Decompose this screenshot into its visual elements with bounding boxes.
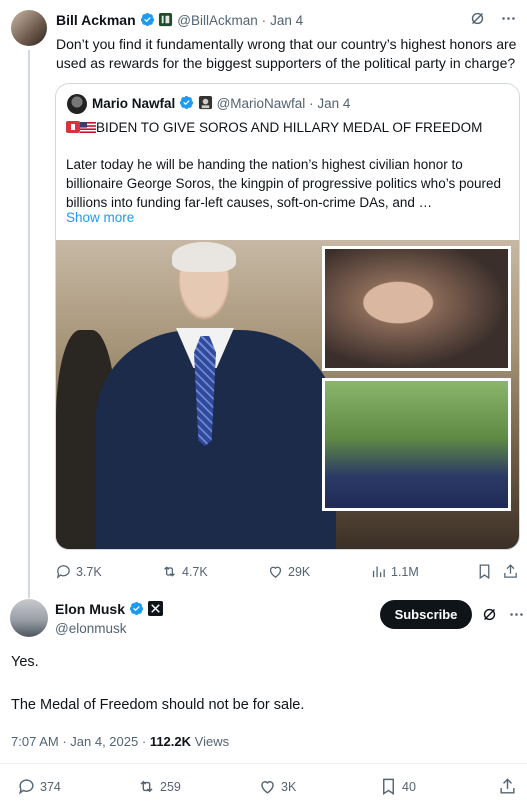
- thread-line: [28, 50, 30, 598]
- more-icon[interactable]: [500, 10, 517, 27]
- x-logo-icon: [147, 601, 163, 616]
- inset-photo-bottom: [322, 378, 511, 511]
- like-icon: [269, 566, 282, 578]
- views-action[interactable]: 1.1M: [370, 563, 419, 580]
- ackman-date[interactable]: Jan 4: [270, 13, 303, 28]
- show-more-link[interactable]: Show more: [66, 210, 134, 225]
- quote-headline-text: BIDEN TO GIVE SOROS AND HILLARY MEDAL OF…: [96, 120, 483, 135]
- ackman-avatar[interactable]: [11, 10, 47, 46]
- reply-text-line1: Yes.: [11, 654, 39, 670]
- dot-separator: ·: [261, 13, 267, 28]
- repost-count: 259: [160, 779, 181, 794]
- tweet-meta: 7:07 AM · Jan 4, 2025 · 112.2K Views: [11, 734, 229, 749]
- like-action[interactable]: 3K: [258, 777, 296, 796]
- repost-action[interactable]: 4.7K: [161, 563, 208, 580]
- grok-icon[interactable]: [481, 606, 498, 623]
- reply-icon: [19, 779, 34, 795]
- reply-top-icons: [481, 606, 525, 623]
- share-action[interactable]: [498, 777, 517, 796]
- bookmark-action[interactable]: 40: [379, 777, 416, 796]
- reply-icon: [56, 565, 70, 579]
- nawfal-handle[interactable]: @MarioNawfal: [217, 96, 306, 111]
- photo-hair: [172, 242, 236, 272]
- tweet-views-label: Views: [194, 734, 230, 749]
- reply-count: 3.7K: [76, 564, 102, 579]
- ackman-handle[interactable]: @BillAckman: [177, 13, 257, 28]
- tweet-date[interactable]: Jan 4, 2025: [70, 734, 138, 749]
- musk-name-row: Elon Musk: [55, 601, 163, 617]
- like-action[interactable]: 29K: [267, 563, 310, 580]
- like-count: 3K: [281, 779, 297, 794]
- more-icon[interactable]: [508, 606, 525, 623]
- musk-avatar[interactable]: [10, 599, 48, 637]
- parent-top-icons: [469, 10, 517, 27]
- views-icon: [372, 566, 385, 578]
- nawfal-name[interactable]: Mario Nawfal: [92, 96, 175, 111]
- reply-action[interactable]: 3.7K: [55, 563, 102, 580]
- dot-separator: ·: [141, 734, 150, 749]
- quote-headline: BIDEN TO GIVE SOROS AND HILLARY MEDAL OF…: [66, 120, 482, 135]
- repost-icon: [140, 780, 153, 793]
- ackman-name[interactable]: Bill Ackman: [56, 12, 136, 28]
- bookmark-count: 40: [402, 779, 416, 794]
- bookmark-icon: [479, 564, 490, 580]
- tweet-views-count: 112.2K: [149, 734, 192, 749]
- share-icon: [500, 778, 515, 794]
- share-action[interactable]: [502, 563, 519, 580]
- inset-photo-top: [322, 246, 511, 371]
- bookmark-icon: [383, 778, 394, 795]
- musk-handle[interactable]: @elonmusk: [55, 621, 126, 636]
- quote-header: Mario Nawfal @MarioNawfal · Jan 4: [92, 95, 350, 111]
- quoted-tweet-card[interactable]: Mario Nawfal @MarioNawfal · Jan 4 BIDEN …: [55, 83, 520, 550]
- nawfal-date[interactable]: Jan 4: [317, 96, 350, 111]
- verified-badge-icon: [129, 601, 143, 616]
- reply-count: 374: [40, 779, 61, 794]
- views-count: 1.1M: [391, 564, 419, 579]
- flag-icon: [80, 122, 96, 133]
- share-icon: [504, 564, 517, 578]
- dot-separator: ·: [309, 96, 314, 111]
- verified-badge-icon: [140, 12, 154, 27]
- alert-siren-icon: [66, 121, 80, 133]
- repost-count: 4.7K: [182, 564, 208, 579]
- grok-icon[interactable]: [469, 10, 486, 27]
- subscribe-button[interactable]: Subscribe: [380, 600, 472, 629]
- tweet-time[interactable]: 7:07 AM: [11, 734, 59, 749]
- quote-media-image[interactable]: [56, 240, 519, 549]
- reply-action[interactable]: 374: [17, 777, 61, 796]
- divider: [0, 763, 527, 764]
- quote-body: Later today he will be handing the natio…: [66, 157, 501, 210]
- ackman-header: Bill Ackman @BillAckman · Jan 4: [56, 12, 303, 28]
- repost-icon: [164, 566, 175, 577]
- affiliate-badge-icon: [159, 12, 173, 27]
- musk-name[interactable]: Elon Musk: [55, 601, 125, 617]
- repost-action[interactable]: 259: [137, 777, 181, 796]
- like-icon: [261, 781, 274, 794]
- verified-badge-icon: [179, 95, 194, 110]
- bookmark-action[interactable]: [476, 563, 493, 580]
- ackman-tweet-text: Don’t you find it fundamentally wrong th…: [56, 36, 517, 71]
- reply-text-line2: The Medal of Freedom should not be for s…: [11, 697, 305, 713]
- nawfal-avatar[interactable]: [67, 94, 87, 114]
- like-count: 29K: [288, 564, 311, 579]
- affiliate-badge-icon: [198, 95, 212, 110]
